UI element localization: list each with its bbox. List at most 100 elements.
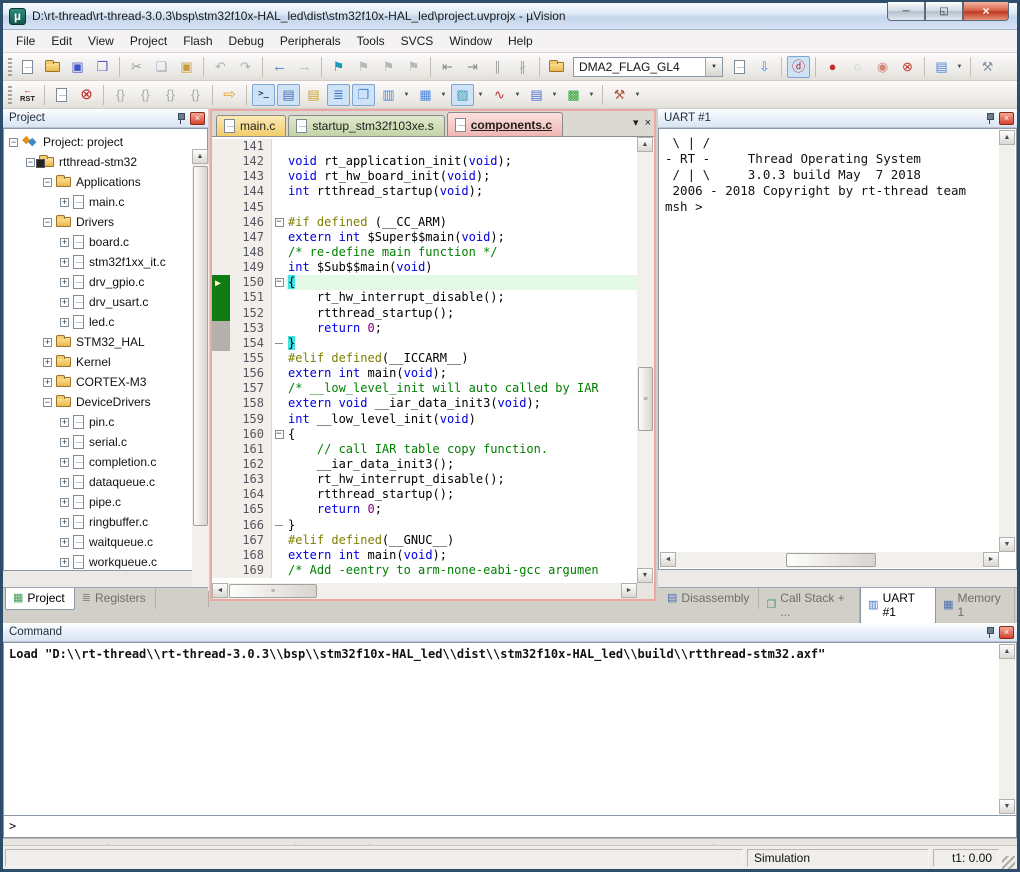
- new-file-icon[interactable]: [16, 56, 39, 78]
- scroll-left-icon[interactable]: ◄: [660, 552, 676, 567]
- tree-expand-icon[interactable]: +: [43, 338, 52, 347]
- navigate-forward-icon[interactable]: →: [293, 56, 316, 78]
- enable-disable-breakpoint-icon[interactable]: ○: [846, 56, 869, 78]
- uart-vertical-scrollbar[interactable]: ▲ ▼: [999, 130, 1015, 552]
- fold-end-icon[interactable]: [272, 336, 286, 351]
- dropdown-arrow-icon[interactable]: ▼: [549, 84, 560, 106]
- tree-collapse-icon[interactable]: −: [43, 398, 52, 407]
- configure-uvision-icon[interactable]: ⚒: [976, 56, 999, 78]
- tree-item[interactable]: +dataqueue.c: [5, 472, 190, 492]
- toolbox-peripherals-icon[interactable]: ▩: [562, 84, 585, 106]
- close-button[interactable]: ×: [963, 2, 1009, 21]
- scroll-track[interactable]: ≡: [637, 152, 654, 568]
- fold-open-icon[interactable]: −: [272, 275, 286, 290]
- menu-flash[interactable]: Flash: [175, 31, 220, 51]
- pin-icon[interactable]: [173, 112, 187, 125]
- tab-main-c[interactable]: main.c: [216, 115, 286, 136]
- fold-end-icon[interactable]: [272, 518, 286, 533]
- code-line[interactable]: 162 __iar_data_init3();: [212, 457, 637, 472]
- watch-windows-icon[interactable]: ▥: [377, 84, 400, 106]
- scroll-track[interactable]: [676, 552, 983, 568]
- indent-icon[interactable]: ⇥: [461, 56, 484, 78]
- toolbar-grip[interactable]: [8, 58, 12, 76]
- tab-call-stack[interactable]: ❐Call Stack + ...: [759, 588, 860, 623]
- find-in-files-icon[interactable]: [545, 56, 568, 78]
- scroll-track[interactable]: [192, 164, 209, 591]
- code-line[interactable]: 153 return 0;: [212, 321, 637, 336]
- tree-collapse-icon[interactable]: −: [26, 158, 35, 167]
- scroll-right-icon[interactable]: ►: [983, 552, 999, 567]
- save-all-icon[interactable]: ❐: [91, 56, 114, 78]
- copy-icon[interactable]: ❏: [150, 56, 173, 78]
- code-line[interactable]: 144int rtthread_startup(void);: [212, 184, 637, 199]
- undo-icon[interactable]: ↶: [209, 56, 232, 78]
- dropdown-arrow-icon[interactable]: ▼: [954, 56, 965, 78]
- combo-dropdown-icon[interactable]: ▼: [705, 58, 722, 76]
- code-line[interactable]: 141: [212, 139, 637, 154]
- bookmark-previous-icon[interactable]: ⚑: [352, 56, 375, 78]
- code-line[interactable]: 143void rt_hw_board_init(void);: [212, 169, 637, 184]
- analysis-windows-icon[interactable]: ∿: [488, 84, 511, 106]
- search-combo[interactable]: DMA2_FLAG_GL4▼: [573, 57, 723, 77]
- editor-vertical-scrollbar[interactable]: ▲ ≡ ▼: [637, 137, 654, 583]
- close-icon[interactable]: ×: [190, 112, 205, 125]
- step-icon[interactable]: {}: [109, 84, 132, 106]
- tree-collapse-icon[interactable]: −: [43, 218, 52, 227]
- tree-expand-icon[interactable]: +: [60, 438, 69, 447]
- tree-item[interactable]: +pin.c: [5, 412, 190, 432]
- tab-startup-stm32f103xe-s[interactable]: startup_stm32f103xe.s: [288, 115, 444, 136]
- menu-help[interactable]: Help: [500, 31, 541, 51]
- menu-peripherals[interactable]: Peripherals: [272, 31, 349, 51]
- pin-icon[interactable]: [982, 626, 996, 639]
- tree-item[interactable]: −Applications: [5, 172, 190, 192]
- menu-file[interactable]: File: [8, 31, 43, 51]
- dropdown-arrow-icon[interactable]: ▼: [475, 84, 486, 106]
- tab-memory-1[interactable]: ▦Memory 1: [936, 588, 1015, 623]
- tree-item[interactable]: +pipe.c: [5, 492, 190, 512]
- system-viewer-icon[interactable]: ▤: [525, 84, 548, 106]
- command-output[interactable]: Load "D:\\rt-thread\\rt-thread-3.0.3\\bs…: [3, 642, 1017, 816]
- tree-item[interactable]: +CORTEX-M3: [5, 372, 190, 392]
- uvision-app-icon[interactable]: µ: [9, 8, 26, 25]
- dropdown-arrow-icon[interactable]: ▼: [438, 84, 449, 106]
- scroll-up-icon[interactable]: ▲: [999, 130, 1015, 145]
- tab-disassembly[interactable]: ▤Disassembly: [660, 588, 759, 609]
- menu-svcs[interactable]: SVCS: [393, 31, 442, 51]
- code-line[interactable]: 148/* re-define main function */: [212, 245, 637, 260]
- scroll-right-icon[interactable]: ►: [621, 583, 637, 598]
- tree-expand-icon[interactable]: +: [60, 318, 69, 327]
- code-line[interactable]: 142void rt_application_init(void);: [212, 154, 637, 169]
- open-file-icon[interactable]: [41, 56, 64, 78]
- code-line[interactable]: ▶150−{: [212, 275, 637, 290]
- tree-item[interactable]: +stm32f1xx_it.c: [5, 252, 190, 272]
- command-window-icon[interactable]: >_: [252, 84, 275, 106]
- dropdown-arrow-icon[interactable]: ▼: [401, 84, 412, 106]
- tree-item[interactable]: +board.c: [5, 232, 190, 252]
- menu-tools[interactable]: Tools: [349, 31, 393, 51]
- redo-icon[interactable]: ↷: [234, 56, 257, 78]
- scroll-track[interactable]: [999, 145, 1015, 537]
- menu-edit[interactable]: Edit: [43, 31, 80, 51]
- outdent-icon[interactable]: ⇤: [436, 56, 459, 78]
- scroll-down-icon[interactable]: ▼: [637, 568, 653, 583]
- stop-icon[interactable]: ⊗: [75, 84, 98, 106]
- dropdown-arrow-icon[interactable]: ▼: [512, 84, 523, 106]
- project-tree-vertical-scrollbar[interactable]: ▲: [192, 149, 209, 591]
- find-in-files-doc-icon[interactable]: [728, 56, 751, 78]
- scroll-down-icon[interactable]: ▼: [999, 799, 1015, 814]
- tree-expand-icon[interactable]: +: [60, 458, 69, 467]
- tree-item[interactable]: +workqueue.c: [5, 552, 190, 570]
- tree-expand-icon[interactable]: +: [60, 518, 69, 527]
- tree-item[interactable]: +waitqueue.c: [5, 532, 190, 552]
- scroll-up-icon[interactable]: ▲: [999, 644, 1015, 659]
- menu-debug[interactable]: Debug: [221, 31, 272, 51]
- tree-expand-icon[interactable]: +: [43, 378, 52, 387]
- command-input[interactable]: >: [3, 816, 1017, 838]
- command-vertical-scrollbar[interactable]: ▲ ▼: [999, 644, 1015, 814]
- code-line[interactable]: 145: [212, 200, 637, 215]
- code-line[interactable]: 160−{: [212, 427, 637, 442]
- tree-item[interactable]: +completion.c: [5, 452, 190, 472]
- tree-collapse-icon[interactable]: −: [43, 178, 52, 187]
- minimize-button[interactable]: ─: [887, 2, 925, 21]
- fold-open-icon[interactable]: −: [272, 215, 286, 230]
